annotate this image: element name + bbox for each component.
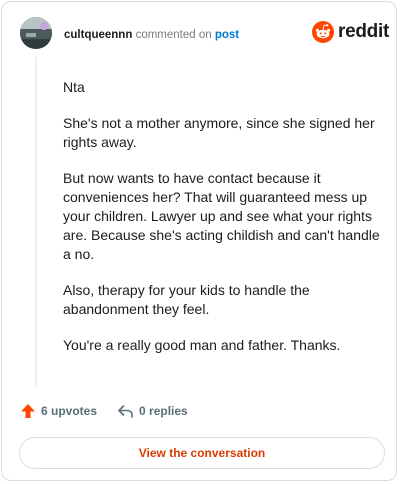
reddit-logo[interactable]: reddit	[312, 21, 389, 43]
view-conversation-label: View the conversation	[138, 446, 266, 460]
reddit-wordmark: reddit	[338, 21, 389, 42]
username[interactable]: cultqueennn	[64, 29, 132, 41]
comment-body: Nta She's not a mother anymore, since sh…	[63, 78, 383, 372]
reply-icon	[118, 405, 133, 418]
comment-card: cultqueennn commented on post reddit Nta…	[1, 1, 397, 481]
comment-paragraph: But now wants to have contact because it…	[63, 170, 380, 262]
upvote-count: 6 upvotes	[41, 404, 98, 418]
comment-actions: 6 upvotes 0 replies	[20, 403, 188, 419]
avatar[interactable]	[20, 17, 52, 49]
upvote-arrow-icon	[21, 404, 35, 418]
reply-count: 0 replies	[139, 404, 188, 418]
comment-paragraph: You're a really good man and father. Tha…	[63, 337, 341, 353]
comment-paragraph: Nta	[63, 79, 85, 95]
view-conversation-button[interactable]: View the conversation	[19, 437, 385, 469]
reply-button[interactable]: 0 replies	[117, 403, 188, 419]
upvote-button[interactable]: 6 upvotes	[20, 403, 97, 419]
thread-line	[35, 57, 37, 387]
reddit-logo-icon	[312, 21, 334, 43]
comment-paragraph: She's not a mother anymore, since she si…	[63, 115, 375, 150]
comment-paragraph: Also, therapy for your kids to handle th…	[63, 282, 310, 317]
post-link[interactable]: post	[215, 29, 239, 41]
action-text: commented on	[135, 29, 212, 41]
comment-header: cultqueennn commented on post	[64, 28, 239, 42]
